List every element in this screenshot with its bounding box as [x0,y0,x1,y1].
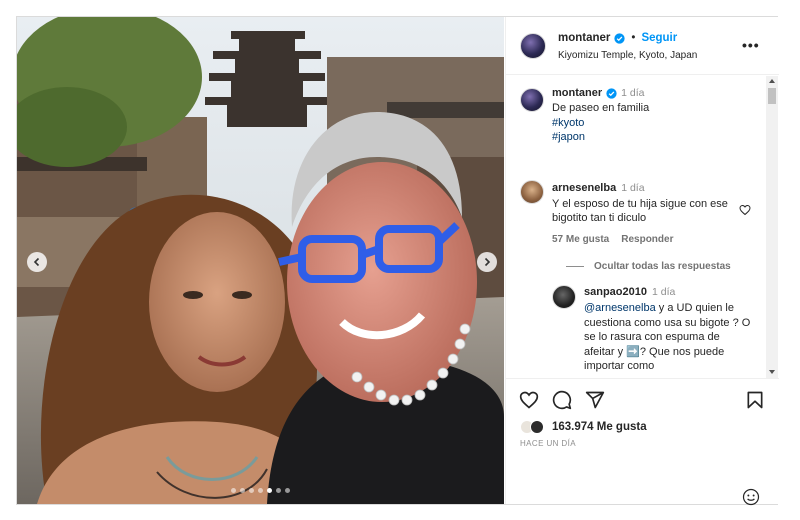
hashtag-link[interactable]: #japon [552,130,752,145]
heart-icon[interactable] [519,390,539,410]
header-separator: • [631,32,636,44]
more-options-button[interactable]: ••• [742,37,760,53]
scroll-thumb[interactable] [768,88,776,104]
comment-likes[interactable]: 57 Me gusta [552,234,609,245]
hashtag-link[interactable]: #kyoto [552,116,752,131]
likes-count[interactable]: 163.974 Me gusta [552,421,647,433]
carousel-dot [249,488,254,493]
instagram-post: montaner • Seguir Kiyomizu Temple, Kyoto… [16,16,779,506]
post-date: HACE UN DÍA [520,439,576,448]
comment-header: arnesenelba 1 día [552,182,645,194]
comment-icon[interactable] [552,390,572,410]
comments-scrollbar[interactable] [766,76,778,378]
emoji-icon[interactable] [742,488,760,506]
caption-time: 1 día [621,87,645,99]
reply-header: sanpao2010 1 día [584,286,675,298]
divider-line [566,266,584,267]
bookmark-icon[interactable] [745,390,765,410]
comment-time: 1 día [621,182,645,194]
liker-avatar [530,420,544,434]
hide-replies-label: Ocultar todas las respuestas [594,261,731,272]
post-location[interactable]: Kiyomizu Temple, Kyoto, Japan [558,50,697,61]
reply-text-block: @arnesenelba y a UD quien le cuestiona c… [584,301,752,374]
carousel-dot [231,488,236,493]
likes-row[interactable]: 163.974 Me gusta [520,420,647,434]
verified-badge-icon [606,87,617,99]
mention-link[interactable]: @arnesenelba [584,302,656,314]
next-media-button[interactable] [477,252,497,272]
carousel-dot [258,488,263,493]
scroll-down-arrow[interactable] [769,370,775,374]
reply-avatar[interactable] [552,285,576,309]
carousel-dots [17,488,504,493]
chevron-left-icon [33,257,40,267]
heart-icon[interactable] [739,204,751,216]
comment-text: Y el esposo de tu hija sigue con ese big… [552,198,728,224]
post-actions: 163.974 Me gusta HACE UN DÍA [506,378,779,506]
selfie-photo-illustration [17,17,504,504]
hide-replies-button[interactable]: Ocultar todas las respuestas [566,261,731,272]
verified-badge-icon [614,32,626,44]
carousel-dot [285,488,290,493]
carousel-dot [267,488,272,493]
author-line: montaner • Seguir [558,32,677,44]
author-avatar[interactable] [520,33,546,59]
post-header: montaner • Seguir Kiyomizu Temple, Kyoto… [506,17,779,75]
share-icon[interactable] [585,390,605,410]
caption-text: De paseo en familia [552,102,650,114]
carousel-dot [276,488,281,493]
scroll-up-arrow[interactable] [769,79,775,83]
caption-text-block: De paseo en familia #kyoto #japon [552,101,752,145]
liker-avatars [520,420,546,434]
reply-time: 1 día [651,286,676,298]
commenter-avatar[interactable] [520,180,544,204]
comments-section[interactable]: montaner 1 día De paseo en familia #kyot… [506,76,779,378]
chevron-right-icon [484,257,491,267]
caption-avatar[interactable] [520,88,544,112]
carousel-dot [240,488,245,493]
follow-button[interactable]: Seguir [641,32,677,44]
caption-username[interactable]: montaner [552,87,602,99]
comment-username[interactable]: arnesenelba [552,182,616,194]
previous-media-button[interactable] [27,252,47,272]
post-side-panel: montaner • Seguir Kiyomizu Temple, Kyoto… [505,17,779,506]
author-username[interactable]: montaner [558,32,610,44]
reply-button[interactable]: Responder [621,234,673,245]
reply-username[interactable]: sanpao2010 [584,286,647,298]
post-photo[interactable] [17,17,504,504]
comment-meta: 57 Me gusta Responder [552,234,673,245]
caption-header: montaner 1 día [552,87,644,99]
